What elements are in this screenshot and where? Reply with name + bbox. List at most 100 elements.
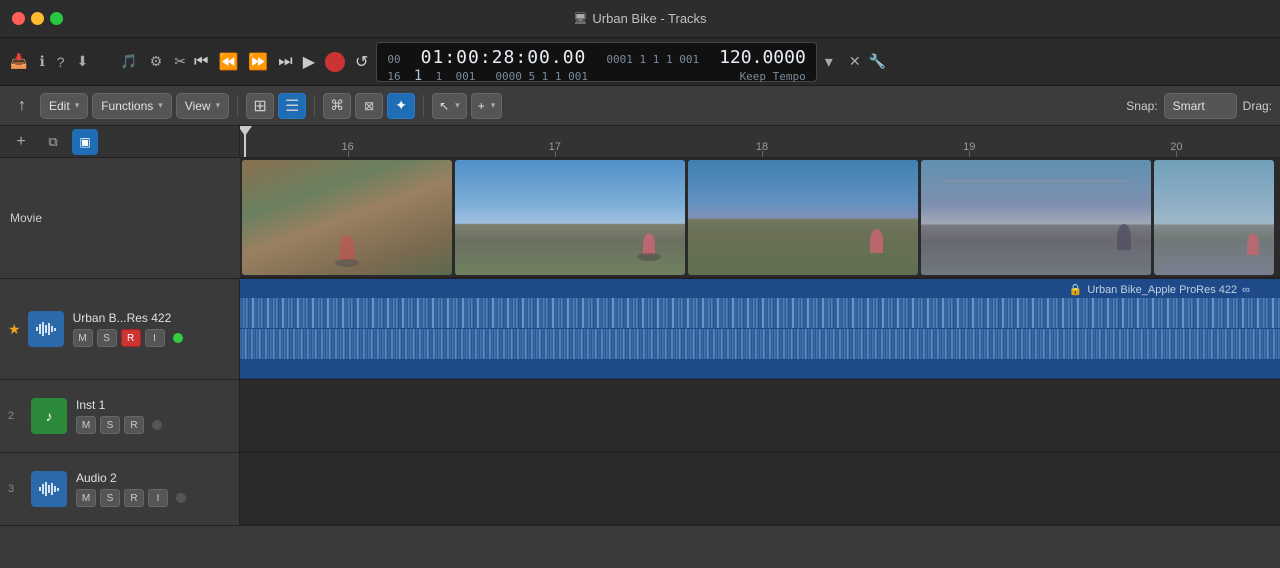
transport-controls: ⏮ ⏪ ⏩ ⏭ ▶ ↺ <box>194 52 368 72</box>
lcd-tempo-label: Keep Tempo <box>740 70 806 83</box>
traffic-lights[interactable] <box>12 12 63 25</box>
solo-button-1[interactable]: S <box>97 329 117 347</box>
transport-left-icons: 📥 ℹ ? ⬇ 🎵 ⚙ ✂ <box>10 53 186 70</box>
input-button-3[interactable]: I <box>148 489 168 507</box>
mixer-icon[interactable]: ⚙ <box>150 53 163 70</box>
edit-menu-button[interactable]: Edit ▾ <box>40 93 88 119</box>
mute-button-3[interactable]: M <box>76 489 96 507</box>
mute-button-1[interactable]: M <box>73 329 93 347</box>
functions-label: Functions <box>101 99 153 113</box>
audio-timeline: 🔒 Urban Bike_Apple ProRes 422 ∞ <box>240 279 1280 379</box>
ruler-mark-16: 16 <box>244 141 451 153</box>
track-star: ★ <box>8 321 21 338</box>
record-button-2[interactable]: R <box>124 416 144 434</box>
functions-chevron-icon: ▾ <box>158 100 163 111</box>
track-controls-2: M S R <box>76 416 231 434</box>
ruler-mark-18: 18 <box>658 141 865 153</box>
lcd-display: 00 01:00:28:00.00 0001 1 1 1 001 120.000… <box>376 42 816 82</box>
maximize-button[interactable] <box>50 12 63 25</box>
lcd-main-time: 01:00:28:00.00 <box>421 47 587 68</box>
solo-button-3[interactable]: S <box>100 489 120 507</box>
snap-select[interactable]: Smart Bar Beat Division Ticks None <box>1164 93 1237 119</box>
lcd-beat-small: 16 1 1 001 <box>387 68 475 84</box>
inst1-row: 2 ♪ Inst 1 M S R <box>0 380 1280 453</box>
grid-view-button[interactable]: ⊞ <box>246 93 274 119</box>
edit-chevron-icon: ▾ <box>75 100 80 111</box>
wrench-icon[interactable]: 🔧 <box>869 53 886 70</box>
timeline-area: + ⧉ ▣ 16 17 18 19 20 Movie <box>0 126 1280 568</box>
lcd-sub-time-prefix: 00 <box>387 53 400 66</box>
track-controls-3: M S R I <box>76 489 231 507</box>
metronome-icon[interactable]: 🎵 <box>120 53 137 70</box>
crosshair-tool-button[interactable]: ⊠ <box>355 93 383 119</box>
cycle-button[interactable]: ↺ <box>355 52 368 72</box>
track-name-2: Inst 1 <box>76 398 231 412</box>
snap-label: Snap: <box>1126 99 1157 113</box>
separator-3 <box>423 95 424 117</box>
ruler-mark-17: 17 <box>451 141 658 153</box>
timeline-tracks[interactable]: Movie <box>0 158 1280 568</box>
video-clip-4[interactable] <box>921 160 1151 275</box>
add-chevron-icon: ▾ <box>491 100 496 111</box>
record-button-3[interactable]: R <box>124 489 144 507</box>
track-waveform-icon <box>28 311 64 347</box>
rewind-button[interactable]: ⏪ <box>218 52 238 72</box>
magnet-tool-button[interactable]: ⌘ <box>323 93 351 119</box>
audio-prores-row: ★ Urban B...Res 422 <box>0 279 1280 380</box>
cursor-chevron-icon: ▾ <box>455 100 460 111</box>
up-arrow-button[interactable]: ↑ <box>8 92 36 120</box>
movie-timeline <box>240 158 1280 278</box>
video-clip-5[interactable] <box>1154 160 1274 275</box>
ruler-marks: 16 17 18 19 20 <box>240 141 1280 153</box>
audio2-timeline <box>240 453 1280 525</box>
lcd-tempo-value: 120.0000 <box>719 47 806 68</box>
window-controls-right: ✕ 🔧 <box>849 53 886 70</box>
play-button[interactable]: ▶ <box>303 52 315 72</box>
arrow-icon: ↖ <box>439 99 449 113</box>
solo-button-2[interactable]: S <box>100 416 120 434</box>
view-menu-button[interactable]: View ▾ <box>176 93 229 119</box>
skip-end-button[interactable]: ⏭ <box>278 53 292 71</box>
video-clip-3[interactable] <box>688 160 918 275</box>
track-controls-1: M S R I <box>73 329 231 347</box>
waveform-row-1 <box>240 298 1280 328</box>
record-button-1[interactable]: R <box>121 329 141 347</box>
timeline-ruler: 16 17 18 19 20 <box>240 126 1280 158</box>
skip-back-button[interactable]: ⏮ <box>194 53 208 71</box>
input-button-1[interactable]: I <box>145 329 165 347</box>
video-clip-2[interactable] <box>455 160 685 275</box>
track-name-1: Urban B...Res 422 <box>73 311 231 325</box>
scissors-icon[interactable]: ✂ <box>174 53 186 70</box>
transport-bar: 📥 ℹ ? ⬇ 🎵 ⚙ ✂ ⏮ ⏪ ⏩ ⏭ ▶ ↺ 00 01:00:28:00… <box>0 38 1280 86</box>
audio2-track-info: 3 Audio 2 <box>0 453 240 525</box>
track-led-3 <box>176 493 186 503</box>
functions-menu-button[interactable]: Functions ▾ <box>92 93 172 119</box>
add-track-button[interactable]: + <box>8 129 34 155</box>
pointer-tool-button[interactable]: ✦ <box>387 93 415 119</box>
fast-forward-button[interactable]: ⏩ <box>248 52 268 72</box>
audio-waveform <box>240 294 1280 363</box>
separator-1 <box>237 95 238 117</box>
music-note-icon: ♪ <box>46 408 53 424</box>
mute-button-2[interactable]: M <box>76 416 96 434</box>
plus-icon: + <box>478 99 485 113</box>
video-clip-1[interactable] <box>242 160 452 275</box>
list-view-button[interactable]: ☰ <box>278 93 306 119</box>
inst1-icon: ♪ <box>31 398 67 434</box>
help-icon[interactable]: ? <box>57 54 65 70</box>
download-icon[interactable]: ⬇ <box>77 53 89 70</box>
minimize-button[interactable] <box>31 12 44 25</box>
info-icon[interactable]: ℹ <box>39 53 44 70</box>
close-small-icon[interactable]: ✕ <box>849 53 861 70</box>
audio2-row: 3 Audio 2 <box>0 453 1280 526</box>
close-button[interactable] <box>12 12 25 25</box>
duplicate-track-button[interactable]: ⧉ <box>40 129 66 155</box>
view-label: View <box>185 99 211 113</box>
cursor-mode-select[interactable]: ↖ ▾ <box>432 93 467 119</box>
view-chevron-icon: ▾ <box>216 100 221 111</box>
add-mode-select[interactable]: + ▾ <box>471 93 503 119</box>
record-button[interactable] <box>325 52 345 72</box>
lcd-expand-button[interactable]: ▾ <box>825 52 833 72</box>
track-view-toggle[interactable]: ▣ <box>72 129 98 155</box>
inbox-icon[interactable]: 📥 <box>10 53 27 70</box>
